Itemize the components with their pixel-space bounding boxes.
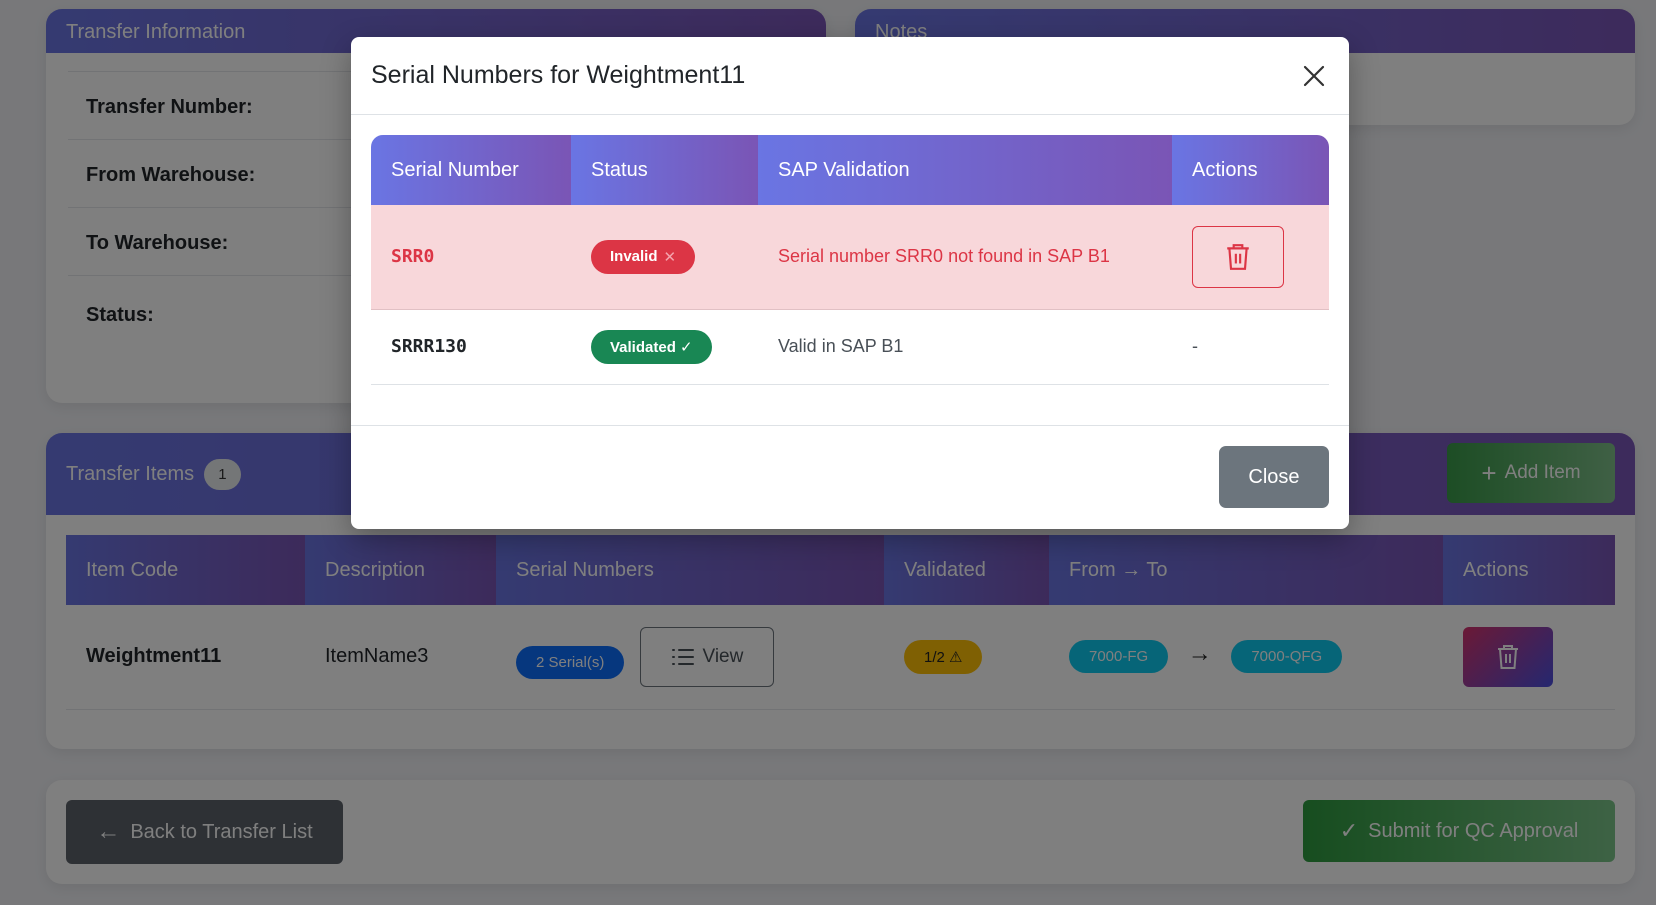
invalid-status-badge: Invalid ✕	[591, 239, 696, 274]
col-sap-validation: SAP Validation	[758, 135, 1172, 205]
serial-numbers-table: Serial Number Status SAP Validation Acti…	[371, 135, 1329, 385]
close-icon	[1303, 65, 1325, 87]
close-button[interactable]: Close	[1219, 446, 1329, 508]
status-cell: Validated ✓	[571, 309, 758, 385]
modal-footer: Close	[351, 425, 1349, 529]
trash-icon	[1227, 243, 1249, 270]
validated-status-badge: Validated ✓	[591, 329, 712, 364]
status-cell: Invalid ✕	[571, 205, 758, 310]
col-actions: Actions	[1172, 135, 1329, 205]
serial-number-cell: SRR0	[371, 205, 571, 310]
delete-serial-button[interactable]	[1192, 225, 1284, 288]
modal-close-button[interactable]	[1299, 61, 1329, 91]
table-row: SRR0 Invalid ✕ Serial number SRR0 not fo…	[371, 205, 1329, 310]
table-row: SRRR130 Validated ✓ Valid in SAP B1 -	[371, 309, 1329, 385]
col-serial-number: Serial Number	[371, 135, 571, 205]
serial-numbers-modal: Serial Numbers for Weightment11 Serial N…	[351, 37, 1349, 529]
actions-cell	[1172, 205, 1329, 310]
modal-title: Serial Numbers for Weightment11	[371, 61, 746, 89]
invalid-status-label: Invalid	[610, 248, 658, 266]
sap-validation-cell: Valid in SAP B1	[758, 309, 1172, 385]
modal-header: Serial Numbers for Weightment11	[351, 37, 1349, 115]
serial-number-cell: SRRR130	[371, 309, 571, 385]
col-status: Status	[571, 135, 758, 205]
modal-body: Serial Number Status SAP Validation Acti…	[371, 135, 1329, 385]
actions-cell: -	[1172, 309, 1329, 385]
sap-validation-cell: Serial number SRR0 not found in SAP B1	[758, 205, 1172, 310]
x-mark-icon: ✕	[663, 248, 677, 266]
